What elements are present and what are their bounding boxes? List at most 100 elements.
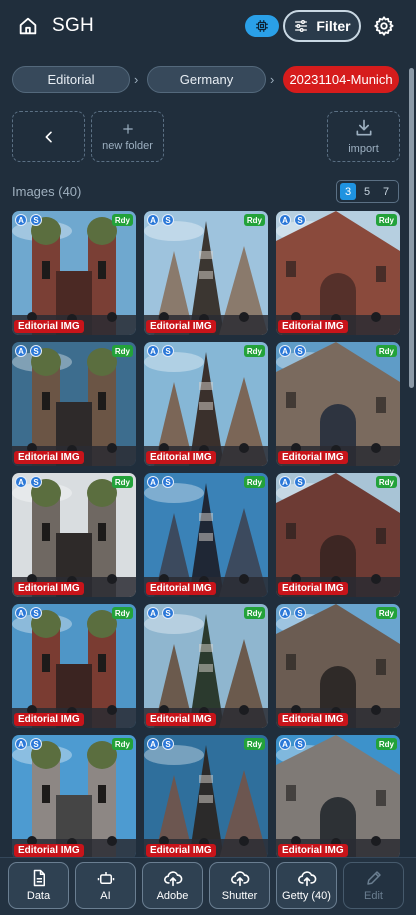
badge-s: S <box>294 738 306 750</box>
badge-a: A <box>15 738 27 750</box>
image-tile[interactable]: A S Rdy Editorial IMG <box>12 604 136 728</box>
getty-button-label: Getty (40) <box>282 890 331 902</box>
badge-a: A <box>15 607 27 619</box>
image-tile[interactable]: A S Rdy Editorial IMG <box>276 473 400 597</box>
image-tile[interactable]: A S Rdy Editorial IMG <box>276 604 400 728</box>
category-badge: Editorial IMG <box>146 451 216 464</box>
plus-icon <box>122 123 133 134</box>
image-tile[interactable]: A S Rdy Editorial IMG <box>276 342 400 466</box>
import-button[interactable]: import <box>327 111 400 162</box>
badge-s: S <box>162 607 174 619</box>
cloud-upload-icon <box>163 871 182 887</box>
badge-s: S <box>30 214 42 226</box>
adobe-button-label: Adobe <box>156 890 189 902</box>
badge-a: A <box>279 607 291 619</box>
column-option-5[interactable]: 5 <box>359 183 375 200</box>
badge-s: S <box>30 476 42 488</box>
cloud-upload-icon <box>230 871 249 887</box>
photo-thumbnail <box>12 604 136 728</box>
ai-button[interactable]: AI <box>75 862 136 909</box>
status-badge: Rdy <box>243 345 265 357</box>
pencil-icon <box>366 871 381 885</box>
image-tile[interactable]: A S Rdy Editorial IMG <box>12 342 136 466</box>
badge-a: A <box>147 476 159 488</box>
gear-icon <box>374 16 394 36</box>
scrollbar-thumb[interactable] <box>409 68 414 388</box>
image-tile[interactable]: A S Rdy Editorial IMG <box>144 473 268 597</box>
badge-a: A <box>147 345 159 357</box>
chevron-right-icon: › <box>134 72 139 87</box>
home-button[interactable] <box>16 14 40 38</box>
badge-a: A <box>15 345 27 357</box>
sliders-icon <box>295 20 308 32</box>
data-button-label: Data <box>26 890 51 902</box>
badge-s: S <box>294 476 306 488</box>
column-option-3[interactable]: 3 <box>340 183 356 200</box>
shutter-upload-button[interactable]: Shutter <box>209 862 270 909</box>
filter-label: Filter <box>316 18 351 34</box>
robot-icon <box>97 872 114 884</box>
breadcrumb-item-editorial[interactable]: Editorial <box>12 66 130 93</box>
badge-s: S <box>30 345 42 357</box>
badge-s: S <box>162 738 174 750</box>
image-tile[interactable]: A S Rdy Editorial IMG <box>144 342 268 466</box>
chip-button[interactable] <box>245 15 279 37</box>
photo-thumbnail <box>276 604 400 728</box>
column-option-7[interactable]: 7 <box>378 183 394 200</box>
image-tile[interactable]: A S Rdy Editorial IMG <box>12 735 136 859</box>
photo-thumbnail <box>144 473 268 597</box>
image-tile[interactable]: A S Rdy Editorial IMG <box>12 473 136 597</box>
status-badge: Rdy <box>375 607 397 619</box>
badge-s: S <box>294 214 306 226</box>
breadcrumb-item-germany[interactable]: Germany <box>147 66 266 93</box>
image-tile[interactable]: A S Rdy Editorial IMG <box>144 211 268 335</box>
badge-s: S <box>294 607 306 619</box>
badge-s: S <box>30 607 42 619</box>
new-folder-button[interactable]: new folder <box>91 111 164 162</box>
status-badge: Rdy <box>111 214 133 226</box>
badge-a: A <box>147 607 159 619</box>
badge-a: A <box>279 214 291 226</box>
chevron-right-icon: › <box>270 72 275 87</box>
status-badge: Rdy <box>243 476 265 488</box>
category-badge: Editorial IMG <box>14 582 84 595</box>
image-tile[interactable]: A S Rdy Editorial IMG <box>276 735 400 859</box>
home-icon <box>19 17 37 35</box>
filter-button[interactable]: Filter <box>283 10 361 42</box>
category-badge: Editorial IMG <box>14 320 84 333</box>
status-badge: Rdy <box>111 476 133 488</box>
image-tile[interactable]: A S Rdy Editorial IMG <box>12 211 136 335</box>
new-folder-label: new folder <box>102 139 153 152</box>
data-button[interactable]: Data <box>8 862 69 909</box>
breadcrumb-item-current[interactable]: 20231104-Munich <box>283 66 399 93</box>
status-badge: Rdy <box>243 738 265 750</box>
adobe-upload-button[interactable]: Adobe <box>142 862 203 909</box>
image-grid: A S Rdy Editorial IMG A S Rdy Editorial IMG AS… <box>12 211 400 859</box>
image-tile[interactable]: A S Rdy Editorial IMG <box>144 735 268 859</box>
edit-button[interactable]: Edit <box>343 862 404 909</box>
back-button[interactable] <box>12 111 85 162</box>
category-badge: Editorial IMG <box>14 713 84 726</box>
badge-s: S <box>30 738 42 750</box>
status-badge: Rdy <box>375 476 397 488</box>
badge-a: A <box>279 738 291 750</box>
images-count-label: Images (40) <box>12 184 82 199</box>
category-badge: Editorial IMG <box>146 713 216 726</box>
cloud-upload-icon <box>297 871 316 887</box>
badge-s: S <box>162 345 174 357</box>
document-icon <box>33 869 45 887</box>
getty-upload-button[interactable]: Getty (40) <box>276 862 337 909</box>
photo-thumbnail <box>276 342 400 466</box>
category-badge: Editorial IMG <box>278 451 348 464</box>
bottom-toolbar: Data AI Adobe Shutter Getty (40) Edit <box>0 857 416 915</box>
image-tile[interactable]: A S Rdy Editorial IMG <box>276 211 400 335</box>
category-badge: Editorial IMG <box>146 320 216 333</box>
photo-thumbnail <box>12 473 136 597</box>
badge-a: A <box>279 345 291 357</box>
image-tile[interactable]: A S Rdy Editorial IMG <box>144 604 268 728</box>
category-badge: Editorial IMG <box>278 320 348 333</box>
settings-button[interactable] <box>372 14 396 38</box>
app-header: SGH Filter <box>0 0 416 52</box>
category-badge: Editorial IMG <box>14 844 84 857</box>
status-badge: Rdy <box>243 607 265 619</box>
